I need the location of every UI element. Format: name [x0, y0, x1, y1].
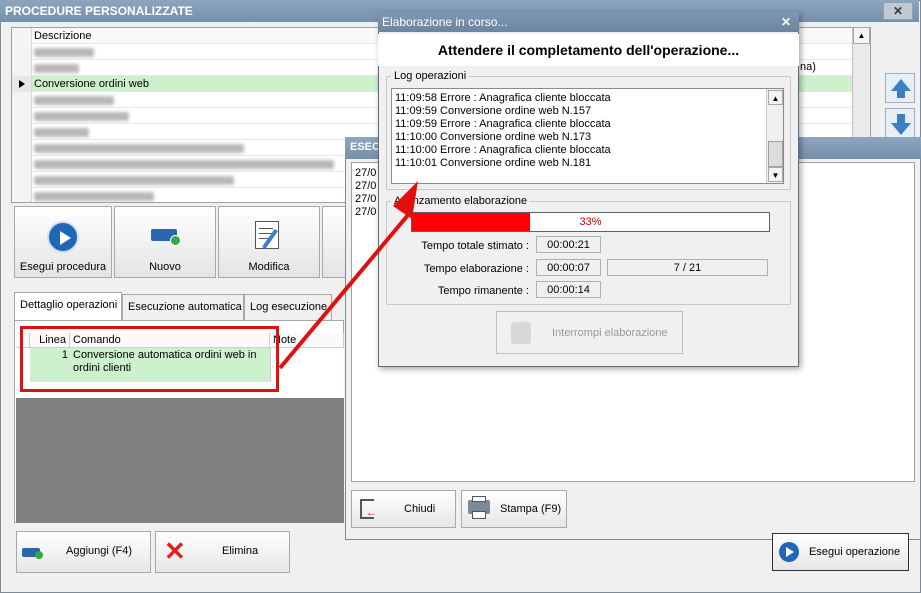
- annotation-arrow: [278, 181, 418, 370]
